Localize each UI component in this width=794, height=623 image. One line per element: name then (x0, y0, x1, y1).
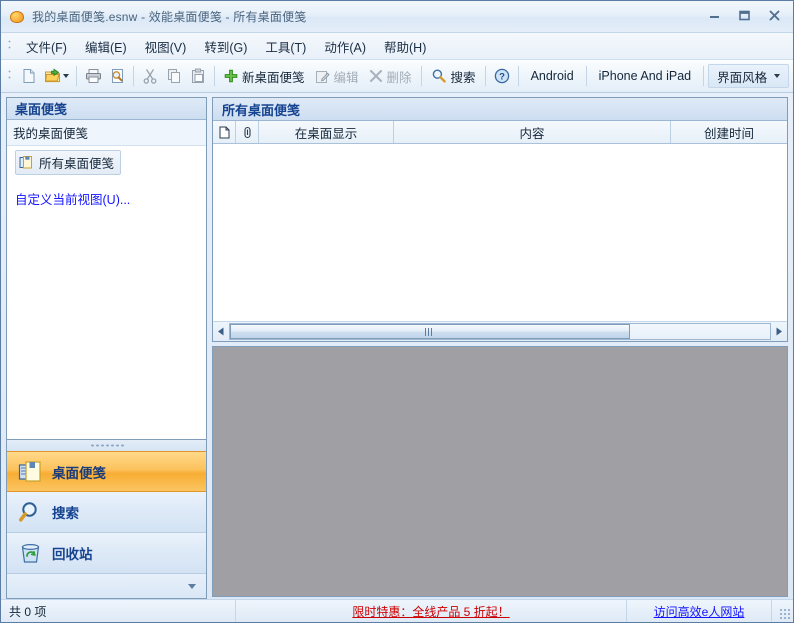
toolbar-separator (484, 66, 486, 86)
application-window: 我的桌面便笺.esnw - 效能桌面便笺 - 所有桌面便笺 文件(F) 编辑(E… (0, 0, 794, 623)
iphone-ipad-button[interactable]: iPhone And iPad (591, 65, 699, 87)
promo-link[interactable]: 限时特惠：全线产品 5 折起！ (352, 603, 509, 620)
pane-splitter[interactable] (6, 440, 207, 451)
sidebar-nav-desktop-notes[interactable]: 桌面便笺 (7, 451, 206, 492)
window-title: 我的桌面便笺.esnw - 效能桌面便笺 - 所有桌面便笺 (32, 10, 307, 24)
sidebar-nav-desktop-notes-label: 桌面便笺 (52, 465, 106, 481)
toolbar-separator (76, 66, 77, 86)
chevron-down-icon (188, 583, 196, 589)
scrollbar-track[interactable] (229, 323, 771, 340)
delete-label: 删除 (386, 70, 412, 85)
toolbar: 新桌面便笺 编辑 删除 搜索 ? Android iPhone And iPad… (1, 60, 793, 93)
sticky-note-icon (18, 459, 43, 484)
edit-label: 编辑 (333, 70, 359, 85)
navigation-tree: 所有桌面便笺 自定义当前视图(U)... (7, 146, 206, 439)
edit-button: 编辑 (310, 64, 364, 88)
note-preview-pane[interactable] (212, 346, 788, 597)
visit-website-link[interactable]: 访问高效e人网站 (654, 603, 745, 620)
skin-dropdown-caret[interactable] (774, 74, 781, 78)
sidebar-nav-recycle-bin[interactable]: 回收站 (7, 533, 206, 574)
toolbar-separator (214, 66, 215, 86)
status-item-count: 共 0 项 (1, 600, 236, 622)
menu-bar: 文件(F) 编辑(E) 视图(V) 转到(G) 工具(T) 动作(A) 帮助(H… (1, 33, 793, 60)
menu-edit[interactable]: 编辑(E) (76, 34, 136, 59)
sidebar-item-all-notes-label: 所有桌面便笺 (39, 157, 115, 171)
note-folder-icon (19, 155, 34, 170)
navigation-buttons: 桌面便笺 搜索 回收站 (6, 451, 207, 599)
toolbar-separator (420, 66, 422, 86)
search-button[interactable]: 搜索 (426, 64, 481, 88)
scrollbar-thumb[interactable] (230, 324, 630, 339)
horizontal-scrollbar[interactable] (213, 321, 787, 341)
notes-list-body[interactable] (213, 144, 787, 321)
skin-style-button[interactable]: 界面风格 (708, 64, 790, 88)
copy-icon (162, 64, 186, 88)
column-header-attachment[interactable] (236, 121, 259, 143)
menu-actions[interactable]: 动作(A) (315, 34, 375, 59)
status-bar: 共 0 项 限时特惠：全线产品 5 折起！ 访问高效e人网站 (1, 599, 793, 622)
navigation-tree-box: 桌面便笺 我的桌面便笺 所有桌面便笺 自定义当前视图(U)... (6, 97, 207, 440)
navigation-pane: 桌面便笺 我的桌面便笺 所有桌面便笺 自定义当前视图(U)... 桌面便笺 搜索… (6, 97, 207, 599)
status-promo-cell: 限时特惠：全线产品 5 折起！ (236, 600, 627, 622)
toolbar-separator (133, 66, 134, 86)
toolbar-separator (703, 66, 705, 86)
resize-grip-icon[interactable] (772, 600, 793, 622)
menu-help[interactable]: 帮助(H) (375, 34, 435, 59)
print-icon[interactable] (81, 64, 105, 88)
scroll-left-arrow[interactable] (213, 323, 229, 340)
cut-icon (138, 64, 162, 88)
delete-button: 删除 (364, 64, 417, 88)
title-bar: 我的桌面便笺.esnw - 效能桌面便笺 - 所有桌面便笺 (1, 1, 793, 33)
maximize-icon[interactable] (734, 6, 755, 25)
column-header-created-time[interactable]: 创建时间 (671, 121, 787, 143)
menu-tools[interactable]: 工具(T) (256, 34, 315, 59)
sidebar-item-all-notes[interactable]: 所有桌面便笺 (15, 150, 122, 175)
navigation-header: 桌面便笺 (7, 98, 206, 120)
splitter-grip (89, 444, 124, 447)
sidebar-nav-search[interactable]: 搜索 (7, 492, 206, 533)
sidebar-nav-more-button[interactable] (7, 574, 206, 598)
scroll-thumb-grip (425, 327, 435, 336)
android-button[interactable]: Android (523, 65, 582, 87)
new-note-button[interactable]: 新桌面便笺 (219, 64, 310, 88)
magnifier-icon (18, 500, 43, 525)
navigation-group-label: 我的桌面便笺 (7, 120, 206, 146)
search-label: 搜索 (450, 70, 476, 85)
window-controls (704, 6, 785, 25)
menu-goto[interactable]: 转到(G) (195, 34, 256, 59)
notes-list-box: 所有桌面便笺 在桌面显示 内容 创建时间 (212, 97, 788, 342)
skin-style-label: 界面风格 (717, 70, 768, 85)
list-column-headers: 在桌面显示 内容 创建时间 (213, 121, 787, 144)
scroll-right-arrow[interactable] (771, 323, 787, 340)
toolbar-grip[interactable] (7, 68, 14, 84)
open-folder-icon[interactable] (41, 64, 72, 88)
column-header-show-on-desktop[interactable]: 在桌面显示 (259, 121, 394, 143)
minimize-icon[interactable] (704, 6, 725, 25)
svg-text:?: ? (499, 72, 505, 83)
new-note-label: 新桌面便笺 (242, 70, 305, 85)
sticky-note-app-icon (9, 9, 25, 25)
list-pane: 所有桌面便笺 在桌面显示 内容 创建时间 (212, 97, 788, 599)
recycle-bin-icon (18, 541, 43, 566)
menu-view[interactable]: 视图(V) (136, 34, 196, 59)
column-header-content[interactable]: 内容 (394, 121, 671, 143)
help-icon[interactable]: ? (490, 64, 514, 88)
column-header-document[interactable] (213, 121, 236, 143)
menubar-grip[interactable] (7, 38, 14, 54)
close-icon[interactable] (764, 6, 785, 25)
sidebar-nav-recycle-bin-label: 回收站 (52, 547, 93, 562)
menu-file[interactable]: 文件(F) (17, 34, 76, 59)
open-dropdown-caret[interactable] (63, 74, 69, 78)
new-document-icon[interactable] (17, 64, 41, 88)
list-header-title: 所有桌面便笺 (213, 98, 787, 121)
toolbar-separator (585, 66, 587, 86)
paste-icon (186, 64, 210, 88)
toolbar-separator (517, 66, 519, 86)
customize-view-link[interactable]: 自定义当前视图(U)... (15, 189, 206, 208)
main-content: 桌面便笺 我的桌面便笺 所有桌面便笺 自定义当前视图(U)... 桌面便笺 搜索… (1, 93, 793, 599)
sidebar-nav-search-label: 搜索 (52, 506, 79, 521)
print-preview-icon[interactable] (105, 64, 129, 88)
status-visit-cell: 访问高效e人网站 (627, 600, 772, 622)
